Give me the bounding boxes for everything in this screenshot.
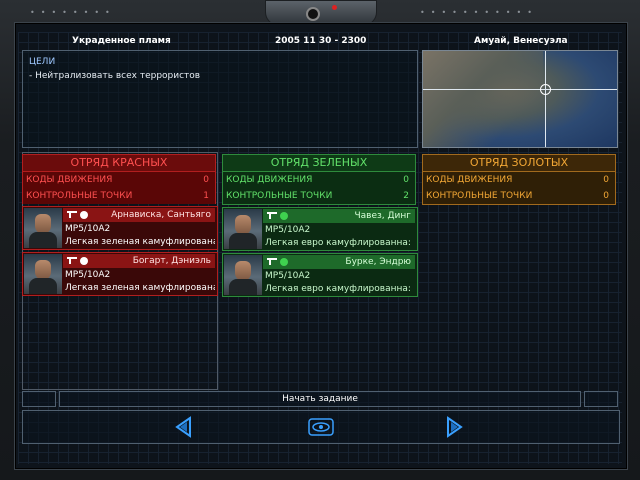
status-segment-left	[22, 391, 56, 407]
operative-weapon: MP5/10A2	[65, 270, 111, 280]
waypoints-value: 0	[603, 191, 609, 201]
operative-camo: Легкая евро камуфлированна:	[265, 284, 411, 294]
lens-icon	[306, 7, 320, 21]
red-waypoints-row: КОНТРОЛЬНЫЕ ТОЧКИ 1	[22, 188, 216, 204]
left-arrow-icon[interactable]	[173, 416, 195, 438]
operative-name-bar: Арнависка, Сантьяго	[63, 208, 215, 222]
map-crosshair-horizontal	[423, 89, 617, 90]
move-codes-label: КОДЫ ДВИЖЕНИЯ	[26, 175, 113, 185]
green-waypoints-row: КОНТРОЛЬНЫЕ ТОЧКИ 2	[222, 188, 416, 205]
bottom-status-bar: Начать задание	[22, 391, 618, 407]
operative-portrait	[224, 255, 262, 295]
map-terrain	[423, 51, 543, 147]
pistol-icon	[267, 212, 277, 219]
operative-card-green-1[interactable]: Чавез, Динг MP5/10A2 Легкая евро камуфли…	[222, 207, 418, 251]
move-codes-label: КОДЫ ДВИЖЕНИЯ	[226, 175, 313, 185]
operative-weapon: MP5/10A2	[65, 224, 111, 234]
operative-weapon: MP5/10A2	[265, 271, 311, 281]
gold-team-title[interactable]: ОТРЯД ЗОЛОТЫХ	[422, 154, 616, 172]
status-dot-icon	[280, 212, 288, 220]
indicator-light-icon	[332, 5, 337, 10]
operative-name-bar: Чавез, Динг	[263, 209, 415, 223]
waypoints-value: 2	[403, 191, 409, 201]
red-team-title[interactable]: ОТРЯД КРАСНЫХ	[22, 154, 216, 172]
face	[235, 261, 251, 281]
start-mission-button[interactable]: Начать задание	[59, 391, 581, 407]
operative-card-green-2[interactable]: Бурке, Эндрю MP5/10A2 Легкая евро камуфл…	[222, 253, 418, 297]
shoulders	[229, 233, 257, 249]
operative-weapon: MP5/10A2	[265, 225, 311, 235]
navigation-bar	[22, 410, 620, 444]
gold-waypoints-row: КОНТРОЛЬНЫЕ ТОЧКИ 0	[422, 188, 616, 205]
status-dot-icon	[80, 211, 88, 219]
operative-name-bar: Богарт, Дэниэль	[63, 254, 215, 268]
move-codes-label: КОДЫ ДВИЖЕНИЯ	[426, 175, 513, 185]
decor-dots-icon: •••••••••••	[420, 8, 538, 17]
face	[35, 214, 51, 234]
status-dot-icon	[80, 257, 88, 265]
location-map[interactable]	[422, 50, 618, 148]
mission-header: Украденное пламя 2005 11 30 - 2300 Амуай…	[22, 36, 618, 48]
shoulders	[29, 278, 57, 294]
operative-camo: Легкая зеленая камуфлирована	[65, 283, 215, 293]
move-codes-value: 0	[603, 175, 609, 185]
green-team-title[interactable]: ОТРЯД ЗЕЛЕНЫХ	[222, 154, 416, 172]
mission-location: Амуай, Венесуэла	[474, 36, 568, 46]
waypoints-value: 1	[203, 191, 209, 201]
operative-portrait	[24, 208, 62, 248]
waypoints-label: КОНТРОЛЬНЫЕ ТОЧКИ	[226, 191, 333, 201]
face	[235, 215, 251, 235]
operative-portrait	[224, 209, 262, 249]
operative-name: Арнависка, Сантьяго	[111, 210, 211, 220]
status-dot-icon	[280, 258, 288, 266]
operative-name: Богарт, Дэниэль	[132, 256, 211, 266]
eye-icon[interactable]	[308, 416, 334, 438]
map-crosshair-vertical	[545, 51, 546, 147]
mission-datetime: 2005 11 30 - 2300	[275, 36, 367, 46]
operative-card-red-1[interactable]: Арнависка, Сантьяго MP5/10A2 Легкая зеле…	[22, 206, 218, 250]
pistol-icon	[67, 257, 77, 264]
shoulders	[29, 232, 57, 248]
shoulders	[229, 279, 257, 295]
operative-name-bar: Бурке, Эндрю	[263, 255, 415, 269]
red-move-codes-row: КОДЫ ДВИЖЕНИЯ 0	[22, 172, 216, 188]
face	[35, 260, 51, 280]
waypoints-label: КОНТРОЛЬНЫЕ ТОЧКИ	[426, 191, 533, 201]
pistol-icon	[267, 258, 277, 265]
move-codes-value: 0	[403, 175, 409, 185]
operative-card-red-2[interactable]: Богарт, Дэниэль MP5/10A2 Легкая зеленая …	[22, 252, 218, 296]
red-team-panel: ОТРЯД КРАСНЫХ КОДЫ ДВИЖЕНИЯ 0 КОНТРОЛЬНЫ…	[22, 154, 216, 204]
operative-camo: Легкая зеленая камуфлирована	[65, 237, 215, 247]
objectives-title: ЦЕЛИ	[29, 57, 56, 67]
operative-camo: Легкая евро камуфлированна:	[265, 238, 411, 248]
green-team-panel: ОТРЯД ЗЕЛЕНЫХ КОДЫ ДВИЖЕНИЯ 0 КОНТРОЛЬНЫ…	[222, 154, 416, 205]
operative-name: Бурке, Эндрю	[345, 257, 411, 267]
operative-portrait	[24, 254, 62, 294]
gold-team-panel: ОТРЯД ЗОЛОТЫХ КОДЫ ДВИЖЕНИЯ 0 КОНТРОЛЬНЫ…	[422, 154, 616, 205]
decor-dots-icon: ••••••••	[30, 8, 116, 17]
forward-arrow-icon[interactable]	[443, 416, 465, 438]
pistol-icon	[67, 211, 77, 218]
mission-name: Украденное пламя	[72, 36, 171, 46]
target-marker-icon	[540, 84, 551, 95]
operative-name: Чавез, Динг	[354, 211, 411, 221]
move-codes-value: 0	[203, 175, 209, 185]
objective-item: - Нейтрализовать всех террористов	[29, 71, 201, 81]
gold-move-codes-row: КОДЫ ДВИЖЕНИЯ 0	[422, 172, 616, 188]
waypoints-label: КОНТРОЛЬНЫЕ ТОЧКИ	[26, 191, 133, 201]
green-move-codes-row: КОДЫ ДВИЖЕНИЯ 0	[222, 172, 416, 188]
status-segment-right	[584, 391, 618, 407]
objectives-panel: ЦЕЛИ - Нейтрализовать всех террористов	[22, 50, 418, 148]
